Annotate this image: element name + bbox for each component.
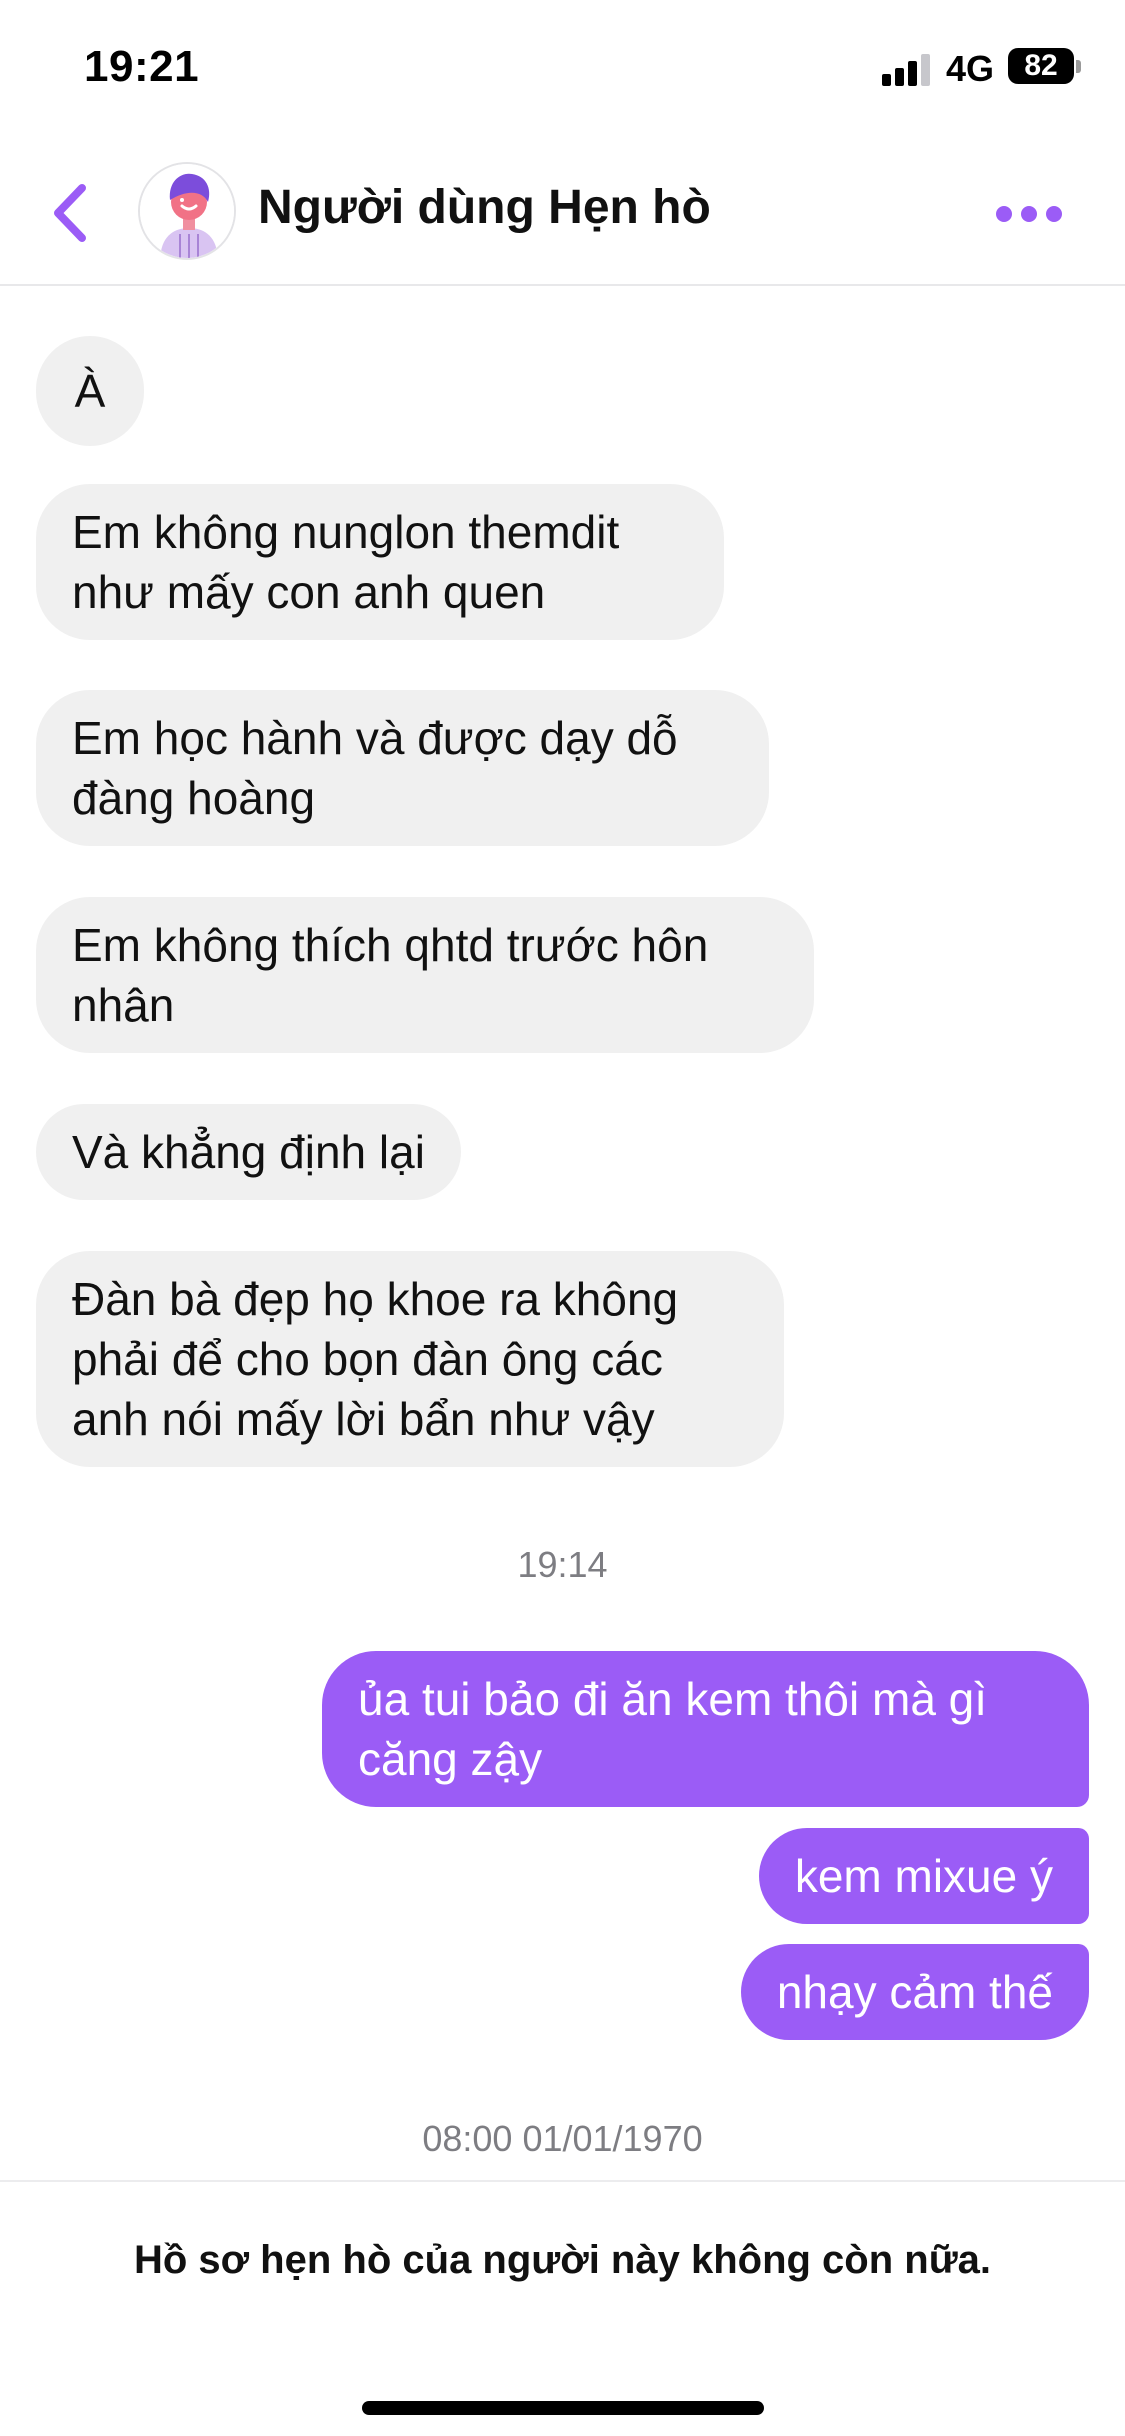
battery-level: 82: [1024, 49, 1058, 82]
incoming-message[interactable]: Em học hành và được dạy dỗ đàng hoàng: [36, 690, 769, 846]
more-options-button[interactable]: [994, 194, 1064, 234]
incoming-message[interactable]: Em không thích qhtd trước hôn nhân: [36, 897, 814, 1053]
battery-icon: 82: [1008, 48, 1074, 84]
incoming-message[interactable]: Và khẳng định lại: [36, 1104, 461, 1200]
dating-avatar-icon: [140, 164, 234, 258]
status-bar: 19:21 4G 82: [0, 0, 1125, 140]
message-timestamp: 19:14: [517, 1544, 608, 1585]
chat-header: Người dùng Hẹn hò: [0, 140, 1125, 286]
network-type: 4G: [946, 48, 995, 89]
profile-unavailable-footer: Hồ sơ hẹn hò của người này không còn nữa…: [0, 2180, 1125, 2436]
incoming-message[interactable]: Em không nunglon themdit như mấy con anh…: [36, 484, 724, 640]
outgoing-message[interactable]: ủa tui bảo đi ăn kem thôi mà gì căng zậy: [322, 1651, 1089, 1807]
battery-cap: [1076, 60, 1081, 73]
profile-unavailable-notice: Hồ sơ hẹn hò của người này không còn nữa…: [133, 2238, 992, 2282]
incoming-message[interactable]: Đàn bà đẹp họ khoe ra không phải để cho …: [36, 1251, 784, 1467]
back-button[interactable]: [44, 178, 104, 248]
signal-icon: [882, 52, 932, 86]
more-horizontal-icon: [996, 206, 1012, 222]
incoming-message[interactable]: À: [36, 336, 144, 446]
chevron-left-icon: [54, 184, 86, 242]
outgoing-message[interactable]: nhạy cảm thế: [740, 1944, 1089, 2040]
status-time: 19:21: [84, 42, 200, 91]
chat-screen: 19:21 4G 82 Người dùng Hẹn hò À Em không…: [0, 0, 1125, 2436]
home-indicator[interactable]: [362, 2401, 764, 2415]
message-timestamp: 08:00 01/01/1970: [422, 2118, 703, 2159]
avatar[interactable]: [138, 162, 236, 260]
outgoing-message[interactable]: kem mixue ý: [758, 1828, 1089, 1924]
page-title: Người dùng Hẹn hò: [258, 181, 711, 234]
